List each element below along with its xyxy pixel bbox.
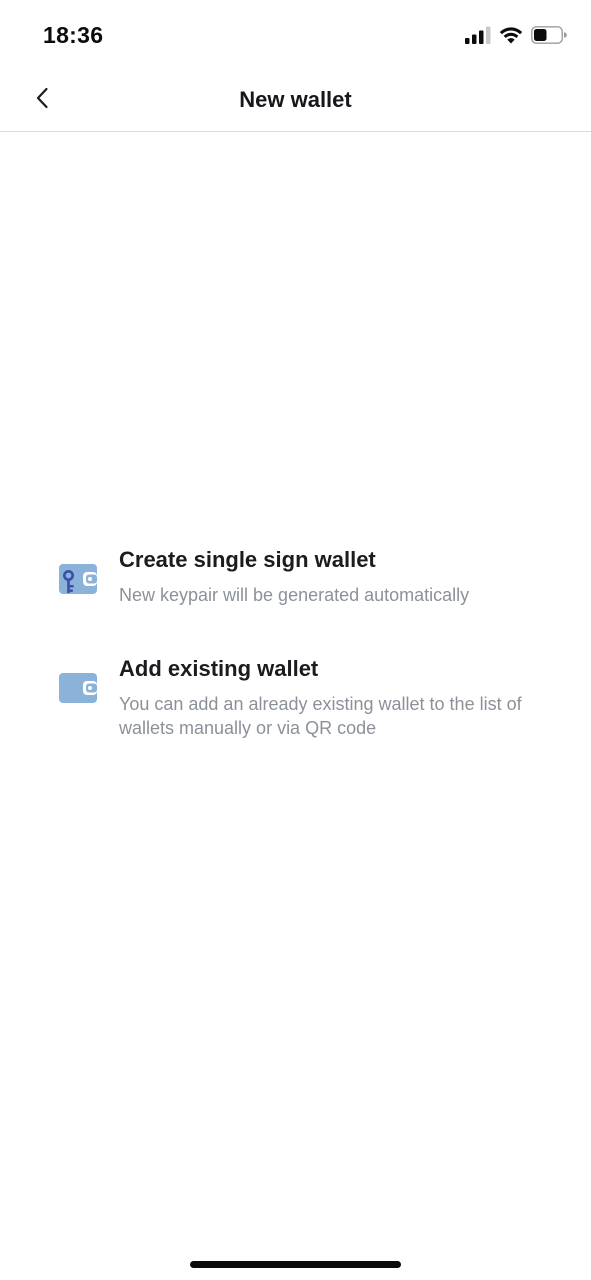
home-indicator	[190, 1261, 401, 1268]
option-description: New keypair will be generated automatica…	[119, 585, 470, 605]
option-title: Add existing wallet	[119, 656, 319, 681]
signal-icon	[465, 26, 491, 44]
option-title: Create single sign wallet	[119, 547, 376, 572]
wallet-options-list: Create single sign wallet New keypair wi…	[0, 538, 591, 740]
option-text: Create single sign wallet New keypair wi…	[119, 538, 469, 607]
add-existing-wallet-option[interactable]: Add existing wallet You can add an alrea…	[0, 647, 591, 740]
status-bar: 18:36	[0, 0, 591, 66]
status-time: 18:36	[43, 22, 104, 48]
option-text: Add existing wallet You can add an alrea…	[119, 647, 539, 740]
battery-icon	[531, 26, 567, 44]
page-title: New wallet	[239, 87, 352, 112]
wallet-icon	[59, 669, 97, 707]
wallet-key-icon	[59, 560, 97, 598]
create-single-sign-wallet-option[interactable]: Create single sign wallet New keypair wi…	[0, 538, 591, 607]
nav-bar: New wallet	[0, 66, 591, 132]
wifi-icon	[499, 27, 523, 44]
status-icons	[465, 24, 567, 46]
option-description: You can add an already existing wallet t…	[119, 694, 522, 738]
